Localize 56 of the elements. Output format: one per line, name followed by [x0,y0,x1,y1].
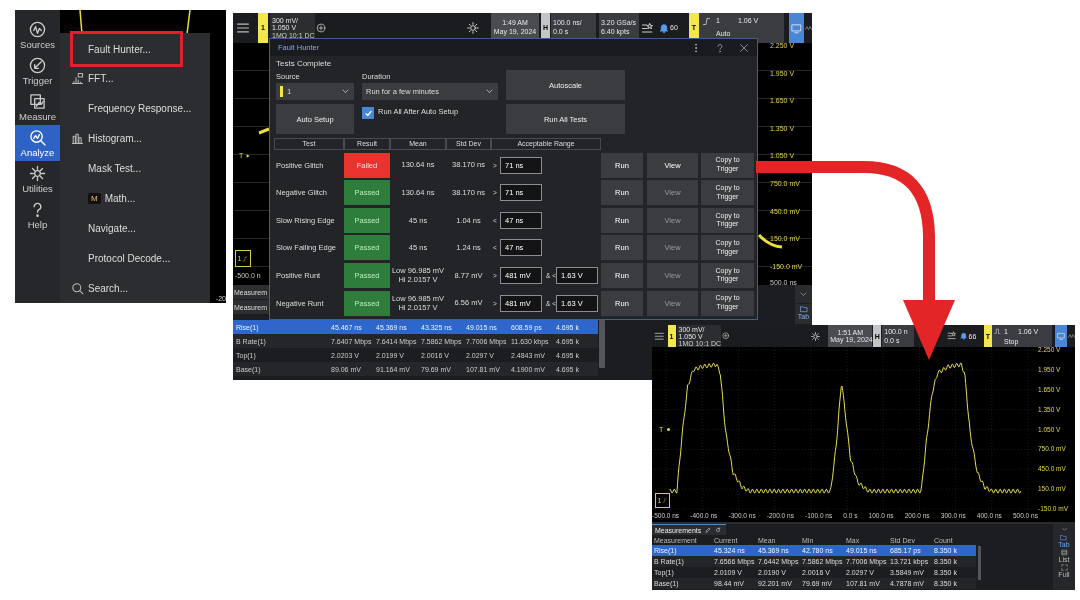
status-text: Tests Complete [275,57,333,70]
add-icon[interactable] [316,23,326,33]
screen-icon [791,22,802,34]
gear-icon [29,164,46,182]
pencil-icon [705,527,712,533]
signal-icon [29,20,46,38]
measure-icon [29,92,46,110]
chevron-down-icon [485,87,494,96]
menu-item[interactable]: Search... [60,273,210,303]
folder-icon [1060,534,1068,541]
sidebar-item[interactable]: Analyze [15,125,60,161]
menu-icon[interactable] [236,21,250,35]
bell-icon [960,332,968,340]
menu-icon[interactable] [654,330,665,342]
folder-icon [799,305,808,313]
histogram-icon [70,131,84,145]
chevron-down-icon [341,87,350,96]
menu-item[interactable]: Histogram... [60,123,210,153]
rising-edge-icon [702,17,711,26]
sidebar-item[interactable]: Help [15,197,60,233]
checkbox[interactable] [362,107,374,119]
scrollbar [978,546,981,580]
rising-edge-icon [242,255,249,262]
sidebar-item[interactable]: Utilities [15,161,60,197]
trigger-icon [29,56,46,74]
screen-icon [1056,331,1066,341]
filter-icon[interactable] [641,21,654,35]
arrow-icon [245,152,252,159]
list-icon [1060,549,1068,556]
menu-item[interactable]: Frequency Response... [60,93,210,123]
refresh-icon [715,527,722,533]
menu-item[interactable]: Navigate... [60,213,210,243]
filter-icon[interactable] [947,331,957,341]
waveform-icon[interactable] [1068,332,1075,340]
waveform-icon[interactable] [805,24,812,32]
sidebar-item[interactable]: Trigger [15,53,60,89]
bell-icon [659,23,669,33]
help-icon[interactable] [715,42,725,53]
pulse-icon [994,327,1001,335]
scrollbar [599,320,605,368]
brightness-icon[interactable] [467,22,479,34]
rising-edge-icon [662,498,668,503]
sidebar-item[interactable]: Sources [15,17,60,53]
menu-item[interactable]: Fault Hunter... [70,31,183,67]
add-icon[interactable] [721,332,729,340]
sidebar-item[interactable]: Measure [15,89,60,125]
brightness-icon[interactable] [811,331,821,341]
fullscreen-icon [1060,564,1068,571]
menu-item[interactable]: Protocol Decode... [60,243,210,273]
close-icon[interactable] [739,42,749,53]
magnifier-icon [29,128,46,146]
spectrum-icon [70,71,84,85]
menu-item[interactable]: M Math... [60,183,210,213]
menu-item[interactable]: Mask Test... [60,153,210,183]
search-icon [70,281,84,295]
check-icon [363,108,373,118]
